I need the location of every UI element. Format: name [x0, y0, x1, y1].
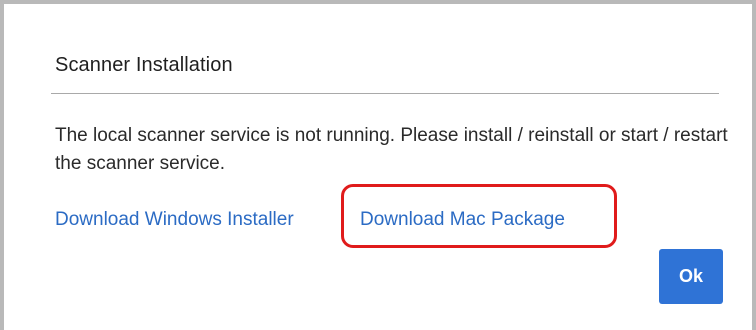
ok-button[interactable]: Ok — [659, 249, 723, 304]
dialog-title: Scanner Installation — [55, 54, 233, 76]
download-windows-installer-link[interactable]: Download Windows Installer — [55, 209, 294, 231]
title-divider — [51, 93, 719, 94]
scanner-installation-dialog: Scanner Installation The local scanner s… — [0, 0, 756, 330]
dialog-message: The local scanner service is not running… — [55, 125, 728, 174]
download-mac-package-link[interactable]: Download Mac Package — [360, 209, 565, 231]
